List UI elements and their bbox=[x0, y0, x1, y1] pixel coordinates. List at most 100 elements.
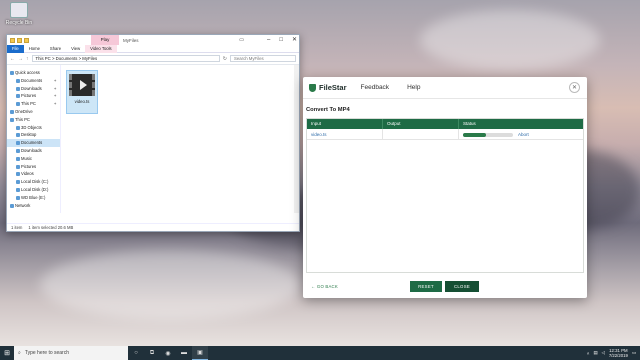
filestar-header: FileStar Feedback Help ✕ bbox=[303, 77, 587, 99]
nav-item-label: This PC bbox=[15, 116, 30, 122]
taskbar-search-placeholder: Type here to search bbox=[24, 350, 70, 356]
nav-item-label: 3D Objects bbox=[21, 124, 42, 130]
nav-item[interactable]: This PC bbox=[7, 116, 60, 124]
feedback-menu-item[interactable]: Feedback bbox=[361, 84, 390, 91]
tab-video-tools[interactable]: Video Tools bbox=[85, 44, 117, 53]
tab-share[interactable]: Share bbox=[45, 45, 66, 53]
table-row: video.ts Abort bbox=[307, 129, 583, 140]
file-list-area: video.ts bbox=[61, 65, 299, 213]
nav-item[interactable]: Quick access bbox=[7, 69, 60, 77]
column-output: Output bbox=[383, 119, 459, 129]
nav-item[interactable]: Desktop bbox=[7, 131, 60, 139]
filestar-taskbar-icon[interactable]: ▣ bbox=[192, 346, 208, 360]
tab-home[interactable]: Home bbox=[24, 45, 45, 53]
close-dialog-button[interactable]: CLOSE bbox=[445, 281, 479, 292]
taskbar-search-box[interactable]: ⌕ Type here to search bbox=[14, 346, 128, 360]
clock[interactable]: 12:31 PM 7/22/2019 bbox=[609, 348, 628, 358]
back-arrow-icon[interactable]: ← bbox=[10, 56, 15, 62]
chevron-up-icon[interactable]: ˄ bbox=[587, 351, 590, 356]
cortana-icon[interactable]: ○ bbox=[128, 346, 144, 360]
input-file-link[interactable]: video.ts bbox=[307, 129, 383, 139]
page-title: Convert To MP4 bbox=[306, 107, 350, 113]
nav-item[interactable]: Videos bbox=[7, 170, 60, 178]
notification-icon[interactable]: ▭ bbox=[632, 350, 636, 356]
nav-item-label: This PC bbox=[21, 101, 36, 107]
folder-icon bbox=[16, 125, 20, 130]
search-icon: ⌕ bbox=[18, 350, 21, 356]
nav-item[interactable]: WD Blue (E:) bbox=[7, 194, 60, 202]
brand-name: FileStar bbox=[319, 83, 347, 92]
ribbon-tabs: File Home Share View Video Tools bbox=[7, 44, 299, 53]
nav-item-label: Desktop bbox=[21, 132, 37, 138]
filestar-window: FileStar Feedback Help ✕ Convert To MP4 … bbox=[303, 77, 587, 298]
address-bar[interactable]: This PC > Documents > MyFiles bbox=[31, 55, 220, 62]
forward-arrow-icon[interactable]: → bbox=[18, 56, 23, 62]
refresh-icon[interactable]: ↻ bbox=[223, 56, 227, 62]
nav-item-label: Network bbox=[15, 202, 31, 208]
nav-item[interactable]: Pictures ✦ bbox=[7, 92, 60, 100]
background-cloud bbox=[40, 250, 300, 320]
nav-item-label: Quick access bbox=[15, 70, 40, 75]
nav-item-label: OneDrive bbox=[15, 108, 33, 114]
tab-view[interactable]: View bbox=[66, 45, 85, 53]
nav-item[interactable]: Downloads ✦ bbox=[7, 85, 60, 93]
nav-item[interactable]: Downloads bbox=[7, 147, 60, 155]
maximize-button[interactable]: □ bbox=[279, 35, 283, 45]
help-menu-item[interactable]: Help bbox=[407, 84, 420, 91]
nav-item[interactable]: 3D Objects bbox=[7, 124, 60, 132]
folder-icon bbox=[10, 203, 14, 208]
nav-item-label: Videos bbox=[21, 171, 34, 177]
nav-item-label: Pictures bbox=[21, 93, 37, 99]
camera-icon[interactable]: ▭ bbox=[239, 35, 244, 45]
abort-link[interactable]: Abort bbox=[518, 132, 529, 137]
folder-icon bbox=[16, 156, 20, 161]
close-icon[interactable]: ✕ bbox=[569, 82, 580, 93]
nav-item[interactable]: Local Disk (C:) bbox=[7, 178, 60, 186]
nav-item[interactable]: This PC ✦ bbox=[7, 100, 60, 108]
properties-icon[interactable] bbox=[17, 37, 22, 43]
folder-icon bbox=[16, 78, 20, 83]
conversion-table: Input Output Status video.ts Abort bbox=[306, 118, 584, 273]
nav-item[interactable]: Network bbox=[7, 202, 60, 210]
reset-button[interactable]: RESET bbox=[410, 281, 442, 292]
up-arrow-icon[interactable]: ↑ bbox=[26, 56, 29, 62]
vertical-scrollbar[interactable] bbox=[294, 65, 299, 213]
windows-start-icon[interactable]: ⊞ bbox=[0, 346, 14, 360]
close-button[interactable]: ✕ bbox=[292, 35, 297, 45]
folder-icon bbox=[16, 148, 20, 153]
video-file-item[interactable]: video.ts bbox=[66, 70, 98, 114]
nav-item-label: Downloads bbox=[21, 85, 42, 91]
file-name: video.ts bbox=[74, 99, 90, 104]
desktop-icon-label: Recycle Bin bbox=[5, 20, 33, 26]
folder-icon bbox=[16, 86, 20, 91]
nav-item[interactable]: Local Disk (D:) bbox=[7, 186, 60, 194]
folder-icon[interactable] bbox=[10, 37, 15, 43]
nav-item-label: Documents bbox=[21, 140, 43, 146]
go-back-button[interactable]: ← GO BACK bbox=[311, 284, 338, 289]
video-thumbnail-icon bbox=[69, 74, 95, 96]
folder-icon bbox=[16, 180, 20, 185]
nav-item[interactable]: Music bbox=[7, 155, 60, 163]
minimize-button[interactable]: – bbox=[267, 35, 270, 45]
volume-icon[interactable]: ◁ bbox=[602, 350, 605, 356]
nav-item[interactable]: Documents ✦ bbox=[7, 77, 60, 85]
nav-item[interactable]: OneDrive bbox=[7, 108, 60, 116]
folder-icon bbox=[16, 102, 20, 107]
search-input[interactable]: Search MyFiles bbox=[230, 55, 296, 62]
quick-access-toolbar bbox=[10, 37, 29, 43]
network-icon[interactable]: ▤ bbox=[593, 350, 597, 356]
folder-icon bbox=[16, 187, 20, 192]
task-view-icon[interactable]: ⧉ bbox=[144, 346, 160, 360]
new-folder-icon[interactable] bbox=[24, 37, 29, 43]
nav-item[interactable]: Pictures bbox=[7, 163, 60, 171]
nav-item-label: Documents bbox=[21, 77, 43, 83]
background-cloud bbox=[420, 10, 600, 70]
nav-item[interactable]: Documents bbox=[7, 139, 60, 147]
tab-file[interactable]: File bbox=[7, 44, 24, 53]
file-explorer-taskbar-icon[interactable]: ▬ bbox=[176, 346, 192, 360]
folder-icon bbox=[16, 195, 20, 200]
chrome-icon[interactable]: ◉ bbox=[160, 346, 176, 360]
nav-item-label: Pictures bbox=[21, 163, 37, 169]
recycle-bin-desktop-icon[interactable]: Recycle Bin bbox=[2, 2, 36, 26]
play-context-tab[interactable]: Play bbox=[91, 35, 119, 45]
